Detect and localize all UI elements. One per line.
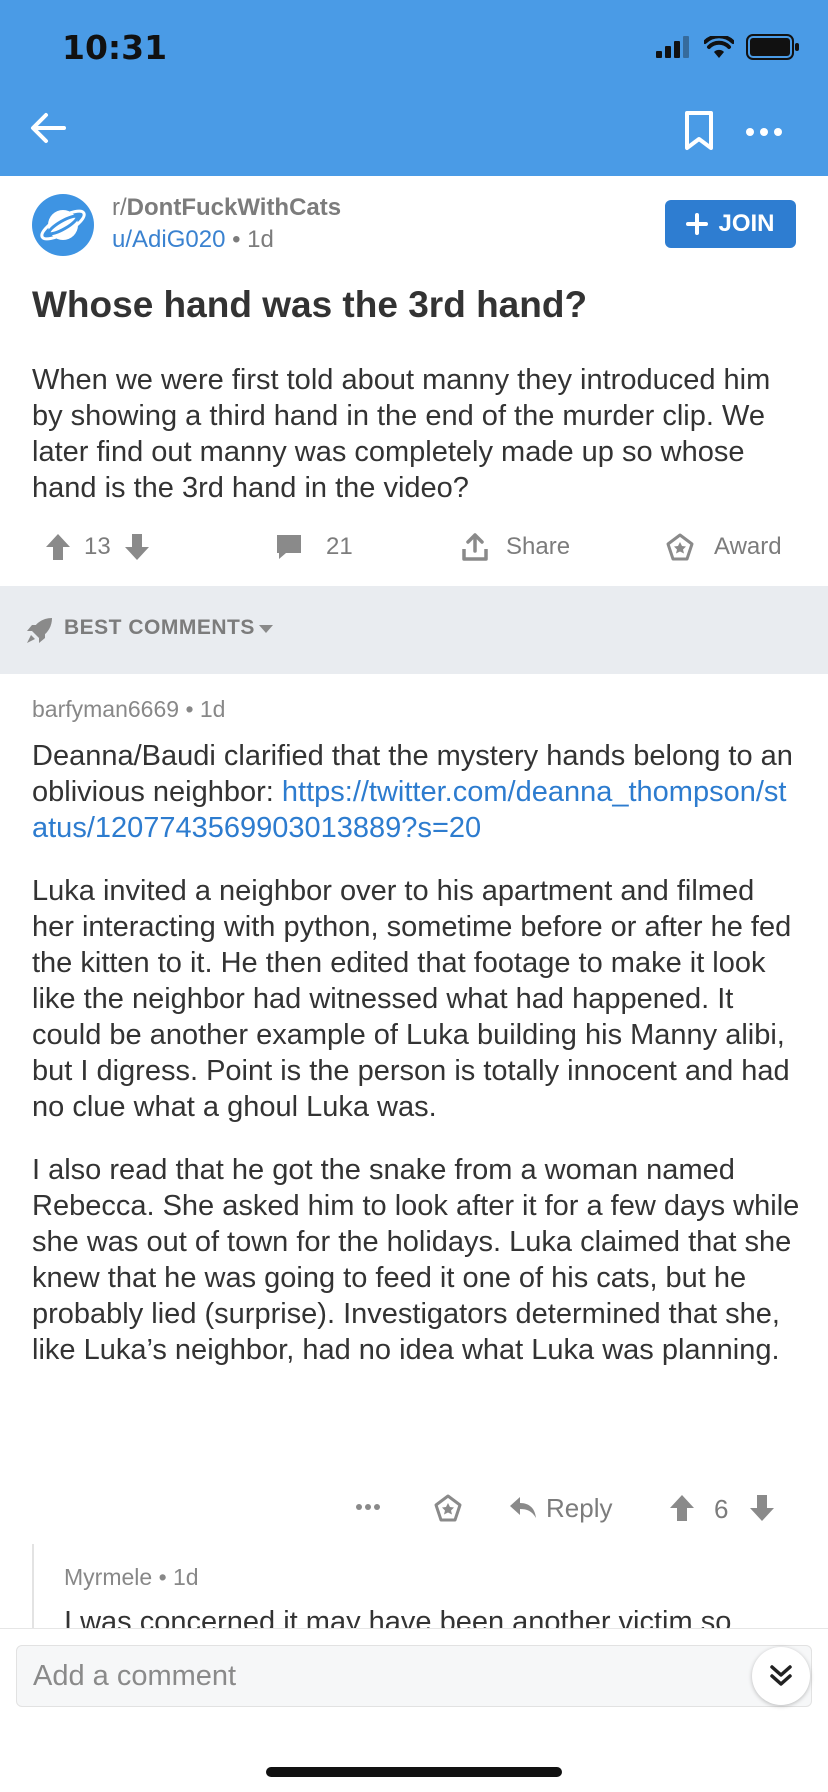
reply-arrow-icon: [510, 1497, 536, 1518]
post-title: Whose hand was the 3rd hand?: [32, 284, 588, 325]
comment-input[interactable]: [16, 1645, 812, 1707]
subreddit-avatar[interactable]: [32, 194, 94, 256]
subreddit-name[interactable]: r/DontFuckWithCats: [112, 194, 341, 222]
post-action-bar: 13 21 Share Award: [0, 522, 828, 572]
battery-icon: [746, 34, 799, 60]
share-button[interactable]: Share: [460, 522, 570, 572]
wifi-icon: [704, 36, 734, 58]
status-icons: [656, 34, 800, 60]
comment-body: Deanna/Baudi clarified that the mystery …: [32, 738, 802, 1395]
ellipsis-icon[interactable]: [744, 118, 784, 146]
upvote-icon[interactable]: [44, 532, 72, 562]
share-label: Share: [506, 533, 571, 560]
reply-author[interactable]: Myrmele: [64, 1564, 152, 1590]
arrow-left-icon[interactable]: [28, 108, 68, 148]
cellular-signal-icon: [656, 36, 689, 58]
subreddit-prefix: r/: [112, 194, 127, 221]
post-body: When we were first told about manny they…: [32, 364, 771, 504]
double-chevron-down-icon: [770, 1665, 792, 1686]
ellipsis-icon[interactable]: [356, 1503, 380, 1511]
post-meta: u/AdiG020 • 1d: [112, 226, 274, 254]
join-label: JOIN: [718, 210, 775, 237]
collapse-comments-button[interactable]: [752, 1647, 810, 1705]
reply-age: • 1d: [158, 1564, 199, 1590]
comment-paragraph: Luka invited a neighbor over to his apar…: [32, 875, 792, 1123]
comment-age: • 1d: [185, 696, 226, 722]
award-button[interactable]: Award: [664, 522, 782, 572]
upvote-icon[interactable]: [668, 1493, 696, 1523]
comment-sort-bar[interactable]: BEST COMMENTS: [0, 586, 828, 674]
comment-paragraph: Deanna/Baudi clarified that the mystery …: [32, 738, 802, 846]
join-button[interactable]: JOIN: [665, 200, 796, 248]
comment-bubble-icon: [277, 535, 301, 559]
sort-label: BEST COMMENTS: [64, 616, 255, 639]
comment-paragraph: I also read that he got the snake from a…: [32, 1154, 800, 1366]
award-icon: [666, 533, 694, 561]
comment-meta: barfyman6669 • 1d: [32, 696, 225, 723]
home-indicator: [266, 1767, 562, 1777]
plus-icon: [686, 213, 709, 235]
subreddit-title: DontFuckWithCats: [126, 194, 342, 221]
bookmark-icon[interactable]: [682, 110, 716, 152]
status-time: 10:31: [62, 28, 168, 67]
comment-score: 6: [714, 1494, 729, 1524]
comment-action-bar: Reply 6: [0, 1486, 828, 1530]
reply-meta: Myrmele • 1d: [64, 1564, 199, 1591]
downvote-icon[interactable]: [748, 1493, 776, 1523]
vote-group: 13: [44, 522, 151, 572]
rocket-icon: [27, 618, 52, 643]
downvote-icon[interactable]: [123, 532, 151, 562]
award-icon[interactable]: [432, 1493, 464, 1523]
reply-button[interactable]: Reply: [508, 1486, 612, 1530]
comment-composer: [0, 1628, 828, 1792]
top-app-bar: 10:31: [0, 0, 828, 176]
post-age: • 1d: [232, 226, 274, 253]
planet-icon: [40, 209, 86, 241]
comments-button[interactable]: 21: [274, 522, 353, 572]
share-icon: [462, 533, 488, 561]
reply-body: I was concerned it may have been another…: [64, 1606, 732, 1628]
post-score: 13: [84, 533, 111, 560]
comment-count: 21: [326, 533, 353, 560]
award-label: Award: [714, 533, 782, 560]
comment-author[interactable]: barfyman6669: [32, 696, 179, 722]
post-author[interactable]: u/AdiG020: [112, 226, 225, 253]
chevron-down-icon: [259, 625, 273, 633]
reply-thread-line: [32, 1544, 34, 1634]
reply-label: Reply: [546, 1492, 613, 1523]
